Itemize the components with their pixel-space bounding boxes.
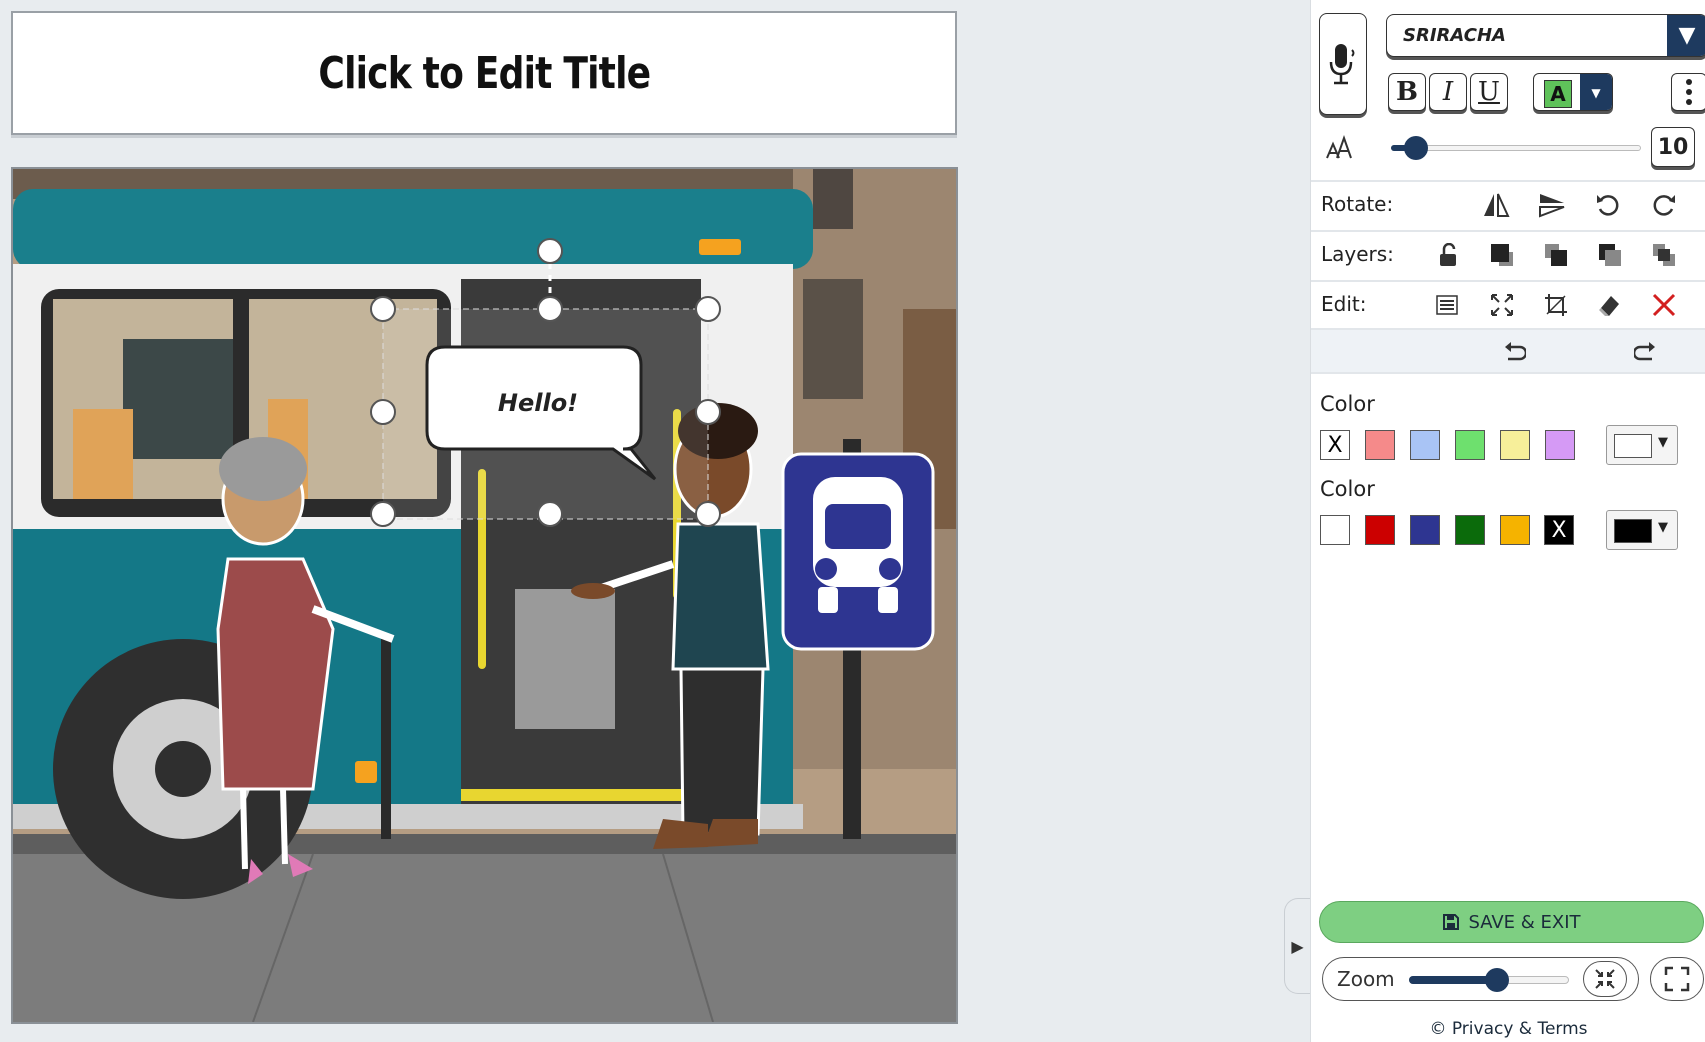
crop-icon[interactable] (1541, 290, 1571, 320)
panel-collapse-toggle[interactable]: ▶ (1284, 898, 1310, 994)
underline-button[interactable]: U (1470, 73, 1508, 111)
rotate-row: Rotate: (1311, 180, 1705, 228)
details-icon[interactable] (1433, 290, 1463, 320)
undo-redo-row (1311, 328, 1705, 374)
save-icon (1443, 914, 1460, 930)
privacy-terms-link[interactable]: © Privacy & Terms (1311, 1019, 1705, 1039)
save-exit-button[interactable]: SAVE & EXIT (1319, 901, 1704, 943)
save-exit-label: SAVE & EXIT (1468, 911, 1581, 933)
fit-screen-icon (1595, 969, 1615, 989)
fullscreen-button[interactable] (1650, 957, 1704, 1001)
edit-label: Edit: (1321, 292, 1367, 316)
font-select[interactable]: SRIRACHA ▼ (1386, 14, 1705, 57)
send-backward-icon[interactable] (1595, 240, 1625, 270)
fullscreen-icon (1664, 966, 1690, 992)
rotate-left-icon[interactable] (1593, 190, 1623, 220)
more-dot-icon (1686, 79, 1692, 85)
bold-button[interactable]: B (1388, 73, 1426, 111)
undo-icon[interactable] (1499, 338, 1529, 368)
fill-color-swatch[interactable] (1500, 430, 1530, 460)
caret-down-icon: ▼ (1658, 520, 1668, 535)
edit-row: Edit: (1311, 280, 1705, 328)
flip-horizontal-icon[interactable] (1481, 190, 1511, 220)
chevron-down-icon: ▼ (1667, 15, 1705, 56)
font-size-slider[interactable] (1391, 136, 1641, 160)
tool-panel: SRIRACHA ▼ B I U A ▼ 10 Rotate: Layers: … (1310, 0, 1705, 1042)
caret-down-icon: ▼ (1580, 74, 1612, 110)
italic-button[interactable]: I (1429, 73, 1467, 111)
font-size-icon (1325, 134, 1355, 166)
scene-illustration: Hello! (13, 169, 956, 1022)
bring-to-front-icon[interactable] (1487, 240, 1517, 270)
unlock-icon[interactable] (1433, 240, 1463, 270)
fill-color-label: Color (1320, 392, 1375, 416)
outline-color-swatch[interactable] (1455, 515, 1485, 545)
zoom-control: Zoom (1322, 957, 1639, 1001)
outline-color-swatch[interactable] (1365, 515, 1395, 545)
fill-color-swatch[interactable] (1455, 430, 1485, 460)
zoom-slider-knob[interactable] (1485, 968, 1509, 992)
fill-color-selected (1614, 434, 1652, 458)
delete-icon[interactable] (1649, 290, 1679, 320)
fill-color-swatch[interactable] (1365, 430, 1395, 460)
send-to-back-icon[interactable] (1649, 240, 1679, 270)
scene-canvas[interactable]: Hello! (11, 167, 958, 1024)
speech-bubble-text[interactable]: Hello! (498, 389, 578, 417)
storyboard-title[interactable]: Click to Edit Title (11, 11, 957, 135)
outline-color-selected (1614, 519, 1652, 543)
flip-vertical-icon[interactable] (1537, 190, 1567, 220)
play-arrow-icon: ▶ (1291, 936, 1304, 956)
outline-color-swatch[interactable] (1500, 515, 1530, 545)
text-color-button[interactable]: A ▼ (1533, 73, 1613, 111)
outline-color-label: Color (1320, 477, 1375, 501)
more-options-button[interactable] (1671, 73, 1705, 111)
layers-row: Layers: (1311, 230, 1705, 278)
bring-forward-icon[interactable] (1541, 240, 1571, 270)
rotate-right-icon[interactable] (1649, 190, 1679, 220)
microphone-button[interactable] (1319, 13, 1367, 115)
outline-color-none[interactable]: X (1544, 515, 1574, 545)
layers-label: Layers: (1321, 242, 1394, 266)
fill-color-picker[interactable]: ▼ (1606, 425, 1678, 465)
font-select-value: SRIRACHA (1403, 25, 1506, 46)
fill-color-none[interactable]: X (1320, 430, 1350, 460)
redo-icon[interactable] (1631, 338, 1661, 368)
font-size-slider-knob[interactable] (1404, 136, 1428, 160)
fill-color-swatch[interactable] (1545, 430, 1575, 460)
eraser-icon[interactable] (1595, 290, 1625, 320)
outline-color-swatch[interactable] (1320, 515, 1350, 545)
fill-color-swatch[interactable] (1410, 430, 1440, 460)
fit-screen-button[interactable] (1583, 961, 1627, 997)
zoom-label: Zoom (1337, 967, 1395, 991)
microphone-icon (1329, 44, 1355, 85)
resize-icon[interactable] (1487, 290, 1517, 320)
title-text: Click to Edit Title (318, 47, 651, 99)
text-color-swatch: A (1544, 80, 1572, 108)
outline-color-swatch[interactable] (1410, 515, 1440, 545)
outline-color-picker[interactable]: ▼ (1606, 510, 1678, 550)
more-dot-icon (1686, 89, 1692, 95)
rotate-label: Rotate: (1321, 192, 1394, 216)
caret-down-icon: ▼ (1658, 435, 1668, 450)
more-dot-icon (1686, 99, 1692, 105)
font-size-input[interactable]: 10 (1651, 127, 1695, 167)
